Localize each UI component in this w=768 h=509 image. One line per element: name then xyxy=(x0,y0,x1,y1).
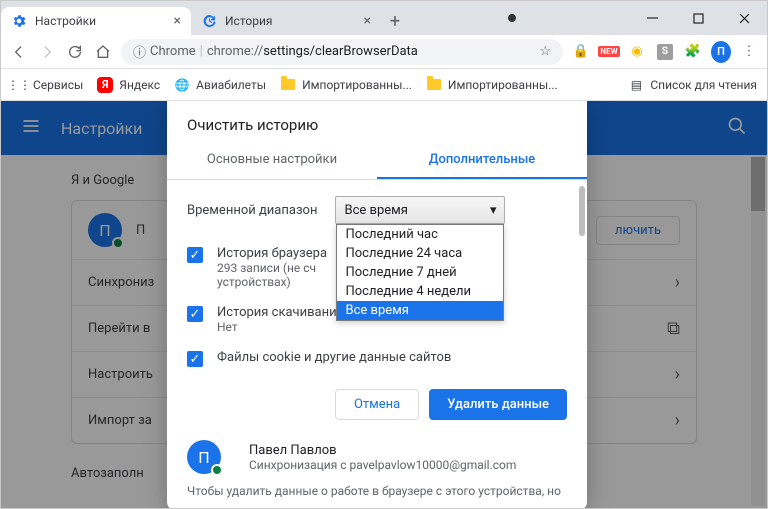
tab-label: История xyxy=(225,14,272,28)
maximize-button[interactable] xyxy=(675,1,721,35)
profile-avatar[interactable]: П xyxy=(711,42,731,62)
dialog-scrollbar[interactable] xyxy=(579,180,585,375)
time-range-label: Временной диапазон xyxy=(187,203,317,218)
forward-button[interactable] xyxy=(37,44,57,60)
bookmarks-bar: ⋮⋮ Сервисы Я Яндекс 🌐 Авиабилеты Импортиров… xyxy=(1,69,767,101)
option-all-time[interactable]: Все время xyxy=(337,301,503,320)
dialog-tabs: Основные настройки Дополнительные xyxy=(167,142,587,180)
checkbox-title: Файлы cookie и другие данные сайтов xyxy=(217,350,451,365)
checkbox-title: История скачиваний xyxy=(217,305,344,320)
browser-window: Настройки × История × + ⓘ Chrome | chrom… xyxy=(0,0,768,509)
chevron-down-icon: ▾ xyxy=(490,203,497,218)
dialog-title: Очистить историю xyxy=(167,101,587,142)
home-button[interactable] xyxy=(93,44,113,60)
bookmark-label: Сервисы xyxy=(33,78,83,92)
close-window-button[interactable] xyxy=(721,1,767,35)
time-range-dropdown: Последний час Последние 24 часа Последни… xyxy=(336,224,504,321)
minimize-button[interactable] xyxy=(629,1,675,35)
globe-icon: 🌐 xyxy=(174,77,190,93)
clear-data-dialog: Очистить историю Основные настройки Допо… xyxy=(167,101,587,508)
extensions-puzzle-icon[interactable]: 🧩 xyxy=(683,42,703,62)
select-value: Все время xyxy=(344,203,407,218)
bookmark-folder-2[interactable]: Импортированны... xyxy=(426,77,558,93)
checkbox-icon[interactable]: ✓ xyxy=(187,306,203,322)
bookmark-label: Авиабилеты xyxy=(196,78,266,92)
bookmark-yandex[interactable]: Я Яндекс xyxy=(97,77,160,93)
extension-icon[interactable]: ◉ xyxy=(627,42,647,62)
reload-button[interactable] xyxy=(65,44,85,60)
tab-advanced[interactable]: Дополнительные xyxy=(377,142,587,179)
dialog-actions: Отмена Удалить данные xyxy=(167,375,587,434)
option-last-hour[interactable]: Последний час xyxy=(337,225,503,244)
url-scheme: chrome:// xyxy=(207,44,263,59)
omnibox[interactable]: ⓘ Chrome | chrome://settings/clearBrowse… xyxy=(121,39,563,65)
reading-list-button[interactable]: ▤ Список для чтения xyxy=(628,77,757,93)
checkbox-icon[interactable]: ✓ xyxy=(187,351,203,367)
apps-icon: ⋮⋮ xyxy=(11,77,27,93)
close-icon[interactable]: × xyxy=(174,13,181,29)
extension-s-icon[interactable]: S xyxy=(655,42,675,62)
titlebar: Настройки × История × + xyxy=(1,1,767,35)
window-controls xyxy=(629,1,767,35)
apps-shortcut[interactable]: ⋮⋮ Сервисы xyxy=(11,77,83,93)
history-icon xyxy=(201,13,217,29)
checkbox-row-cookies[interactable]: ✓ Файлы cookie и другие данные сайтов xyxy=(187,342,567,375)
url-host: Chrome xyxy=(150,44,196,59)
page-content: Настройки Я и Google П П лючить Синхрони… xyxy=(1,101,767,508)
option-last-4w[interactable]: Последние 4 недели xyxy=(337,282,503,301)
close-icon[interactable]: × xyxy=(364,13,371,29)
account-sync-status: Синхронизация с pavelpavlow10000@gmail.c… xyxy=(249,458,516,472)
account-name: Павел Павлов xyxy=(249,443,516,458)
tab-settings[interactable]: Настройки × xyxy=(1,7,191,35)
option-last-24h[interactable]: Последние 24 часа xyxy=(337,244,503,263)
yandex-icon: Я xyxy=(97,77,113,93)
delete-data-button[interactable]: Удалить данные xyxy=(429,389,567,420)
address-bar: ⓘ Chrome | chrome://settings/clearBrowse… xyxy=(1,35,767,69)
bookmark-avia[interactable]: 🌐 Авиабилеты xyxy=(174,77,266,93)
checkbox-sub: Нет xyxy=(217,320,344,334)
tab-label: Настройки xyxy=(35,14,96,28)
tab-history[interactable]: История × xyxy=(191,7,381,35)
new-tab-button[interactable]: + xyxy=(381,7,409,35)
folder-icon xyxy=(280,77,296,93)
tab-overflow-icon[interactable] xyxy=(508,14,516,22)
cancel-button[interactable]: Отмена xyxy=(335,389,419,420)
site-info-icon[interactable]: ⓘ xyxy=(133,42,146,61)
bookmark-star-icon[interactable]: ☆ xyxy=(539,44,551,59)
folder-icon xyxy=(426,77,442,93)
bookmark-label: Яндекс xyxy=(119,78,160,92)
bookmark-label: Импортированны... xyxy=(302,78,412,92)
tab-basic[interactable]: Основные настройки xyxy=(167,142,377,179)
dialog-body: Временной диапазон Все время ▾ Последний… xyxy=(167,180,587,375)
url-path: settings/clearBrowserData xyxy=(263,44,418,59)
bookmark-label: Импортированны... xyxy=(448,78,558,92)
dialog-account-row: П Павел Павлов Синхронизация с pavelpavl… xyxy=(167,434,587,484)
gear-icon xyxy=(11,13,27,29)
toolbar-extensions: 🔒 NEW ◉ S 🧩 П ⋮ xyxy=(571,42,759,62)
option-last-7d[interactable]: Последние 7 дней xyxy=(337,263,503,282)
checkbox-icon[interactable]: ✓ xyxy=(187,247,203,263)
dialog-footnote: Чтобы удалить данные о работе в браузере… xyxy=(167,484,587,508)
time-range-select[interactable]: Все время ▾ Последний час Последние 24 ч… xyxy=(335,196,505,224)
bookmark-folder-1[interactable]: Импортированны... xyxy=(280,77,412,93)
chrome-menu-icon[interactable]: ⋮ xyxy=(739,42,759,62)
back-button[interactable] xyxy=(9,44,29,60)
avatar: П xyxy=(187,440,221,474)
bookmark-label: Список для чтения xyxy=(650,78,757,92)
lock-icon[interactable]: 🔒 xyxy=(571,42,591,62)
new-badge-icon[interactable]: NEW xyxy=(599,42,619,62)
reading-list-icon: ▤ xyxy=(628,77,644,93)
